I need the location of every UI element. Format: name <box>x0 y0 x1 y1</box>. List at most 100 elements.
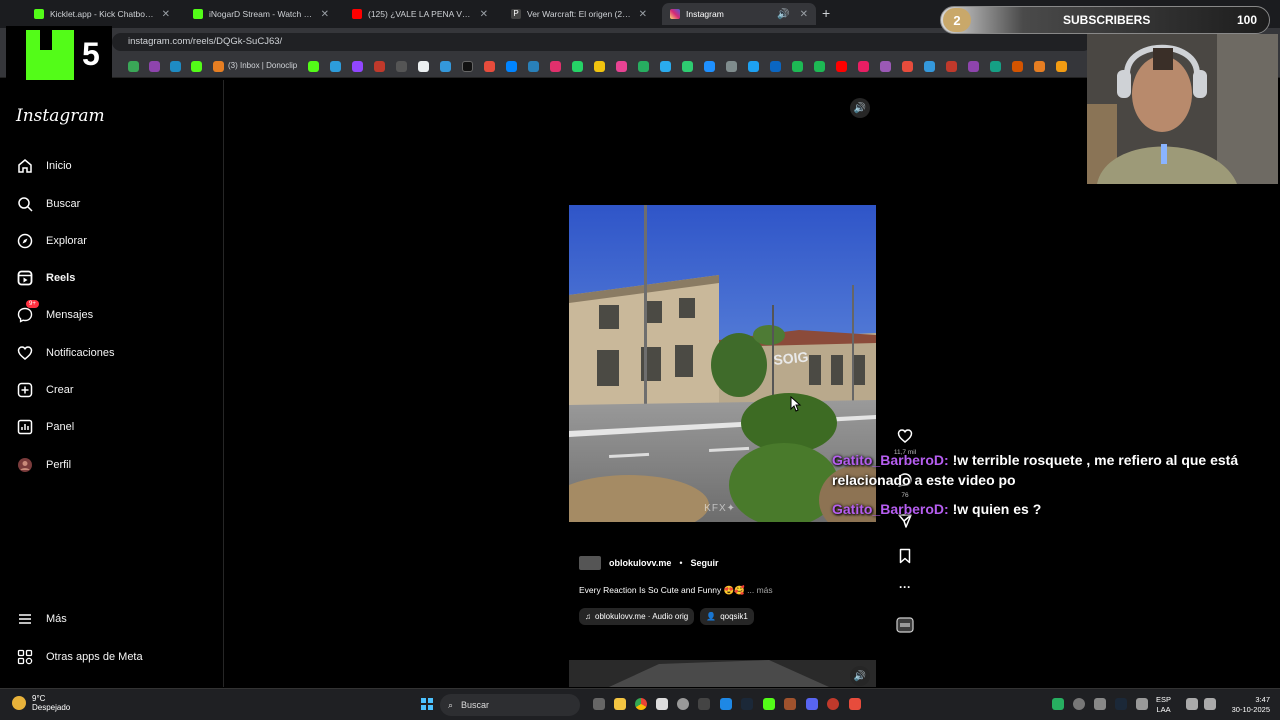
spotify-icon[interactable] <box>792 61 803 72</box>
messenger-bookmark-icon[interactable] <box>506 61 517 72</box>
instagram-logo[interactable]: Instagram <box>16 106 105 126</box>
sidebar-item-buscar[interactable]: Buscar <box>16 192 80 216</box>
weather-widget[interactable]: 9°C Despejado <box>12 694 70 712</box>
linkedin-icon[interactable] <box>770 61 781 72</box>
bookmark-icon[interactable] <box>170 61 181 72</box>
url-field[interactable]: instagram.com/reels/DQGk-SuCJ63/ <box>112 33 1092 51</box>
sidebar-item-explorar[interactable]: Explorar <box>16 229 87 253</box>
close-tab-icon[interactable]: ✕ <box>321 9 329 20</box>
bookmark-icon[interactable] <box>880 61 891 72</box>
new-tab-button[interactable]: + <box>822 5 830 21</box>
bookmark-icon[interactable] <box>484 61 495 72</box>
tab-kicklet[interactable]: Kicklet.app - Kick Chatbot and ✕ <box>26 3 178 25</box>
bookmark-icon[interactable] <box>418 61 429 72</box>
bookmark-icon[interactable] <box>528 61 539 72</box>
bookmark-icon[interactable] <box>374 61 385 72</box>
bookmark-icon[interactable] <box>902 61 913 72</box>
caption-more-link[interactable]: ... más <box>747 585 773 595</box>
app-icon[interactable] <box>784 698 796 710</box>
bookmark-icon[interactable] <box>396 61 407 72</box>
wifi-icon[interactable] <box>1186 698 1198 710</box>
bookmark-icon[interactable] <box>149 61 160 72</box>
close-tab-icon[interactable]: ✕ <box>639 9 647 20</box>
app-icon[interactable] <box>827 698 839 710</box>
original-audio-thumbnail[interactable] <box>893 617 917 638</box>
tray-steam-icon[interactable] <box>1115 698 1127 710</box>
tagged-user-chip[interactable]: 👤 qoqsik1 <box>700 608 754 625</box>
whatsapp-icon[interactable] <box>572 61 583 72</box>
volume-icon[interactable] <box>1204 698 1216 710</box>
twitter-icon[interactable] <box>748 61 759 72</box>
more-options-icon[interactable]: ··· <box>893 580 917 594</box>
sidebar-item-notificaciones[interactable]: Notificaciones <box>16 341 114 365</box>
app-icon[interactable] <box>849 698 861 710</box>
windows-start-icon[interactable] <box>421 698 433 710</box>
edge-icon[interactable] <box>720 698 732 710</box>
author-avatar[interactable] <box>579 556 601 570</box>
task-view-icon[interactable] <box>593 698 605 710</box>
bookmark-icon[interactable] <box>946 61 957 72</box>
bookmark-icon[interactable] <box>616 61 627 72</box>
microphone-icon[interactable] <box>1136 698 1148 710</box>
steam-icon[interactable] <box>741 698 753 710</box>
next-reel-preview[interactable] <box>569 660 876 687</box>
taskbar-search[interactable]: ⌕ Buscar <box>440 694 580 716</box>
bookmark-icon[interactable] <box>1034 61 1045 72</box>
telegram-icon[interactable] <box>660 61 671 72</box>
app-icon[interactable] <box>698 698 710 710</box>
tray-icon[interactable] <box>1094 698 1106 710</box>
donoclip-icon[interactable] <box>213 61 224 72</box>
bookmark-icon[interactable] <box>1012 61 1023 72</box>
discord-icon[interactable] <box>806 698 818 710</box>
keyboard-language[interactable]: ESP LAA <box>1156 695 1171 715</box>
kick-app-icon[interactable] <box>763 698 775 710</box>
bookmark-icon[interactable] <box>308 61 319 72</box>
sidebar-item-reels[interactable]: Reels <box>16 266 75 290</box>
instagram-bookmark-icon[interactable] <box>550 61 561 72</box>
bookmark-icon[interactable] <box>726 61 737 72</box>
app-icon[interactable] <box>677 698 689 710</box>
bookmark-icon[interactable] <box>330 61 341 72</box>
sidebar-item-inicio[interactable]: Inicio <box>16 154 72 178</box>
close-tab-icon[interactable]: ✕ <box>162 9 170 20</box>
bookmark-icon[interactable] <box>128 61 139 72</box>
author-username[interactable]: oblokulovv.me <box>609 558 671 568</box>
mute-button[interactable]: 🔊 <box>850 98 870 118</box>
chrome-icon[interactable] <box>635 698 647 710</box>
bookmark-icon[interactable] <box>462 61 473 72</box>
twitch-icon[interactable] <box>352 61 363 72</box>
tray-icon[interactable] <box>1073 698 1085 710</box>
bookmark-icon[interactable] <box>682 61 693 72</box>
sidebar-item-mas[interactable]: Más <box>16 607 67 631</box>
follow-button[interactable]: Seguir <box>691 558 719 568</box>
spotify-icon[interactable] <box>814 61 825 72</box>
sidebar-item-otras-apps-meta[interactable]: Otras apps de Meta <box>16 645 143 669</box>
bookmark-icon[interactable] <box>1056 61 1067 72</box>
sidebar-item-perfil[interactable]: Perfil <box>16 453 71 477</box>
bookmark-donoclip[interactable]: (3) Inbox | Donoclip <box>228 61 297 70</box>
like-button[interactable] <box>893 428 917 449</box>
bookmark-icon[interactable] <box>638 61 649 72</box>
sidebar-item-mensajes[interactable]: 9+ Mensajes <box>16 300 93 327</box>
tab-inogard[interactable]: iNogarD Stream - Watch Live o ✕ <box>185 3 337 25</box>
bookmark-icon[interactable] <box>990 61 1001 72</box>
bookmark-icon[interactable] <box>968 61 979 72</box>
sidebar-item-panel[interactable]: Panel <box>16 415 74 439</box>
file-explorer-icon[interactable] <box>614 698 626 710</box>
bookmark-icon[interactable] <box>704 61 715 72</box>
tab-instagram[interactable]: Instagram 🔊 ✕ <box>662 3 816 25</box>
youtube-bookmark-icon[interactable] <box>836 61 847 72</box>
audio-chip[interactable]: ♫ oblokulovv.me · Audio orig <box>579 608 695 625</box>
bookmark-icon[interactable] <box>858 61 869 72</box>
bookmark-icon[interactable] <box>191 61 202 72</box>
close-tab-icon[interactable]: ✕ <box>480 9 488 20</box>
save-button[interactable] <box>893 548 917 569</box>
app-icon[interactable] <box>656 698 668 710</box>
tab-warcraft[interactable]: P Ver Warcraft: El origen (2016) O ✕ <box>503 3 655 25</box>
bookmark-icon[interactable] <box>924 61 935 72</box>
mute-button-next[interactable]: 🔊 <box>850 666 870 686</box>
close-tab-icon[interactable]: ✕ <box>800 9 808 20</box>
bookmark-icon[interactable] <box>440 61 451 72</box>
tray-icon[interactable] <box>1052 698 1064 710</box>
reel-video[interactable]: SOIG KFX✦ <box>569 205 876 522</box>
